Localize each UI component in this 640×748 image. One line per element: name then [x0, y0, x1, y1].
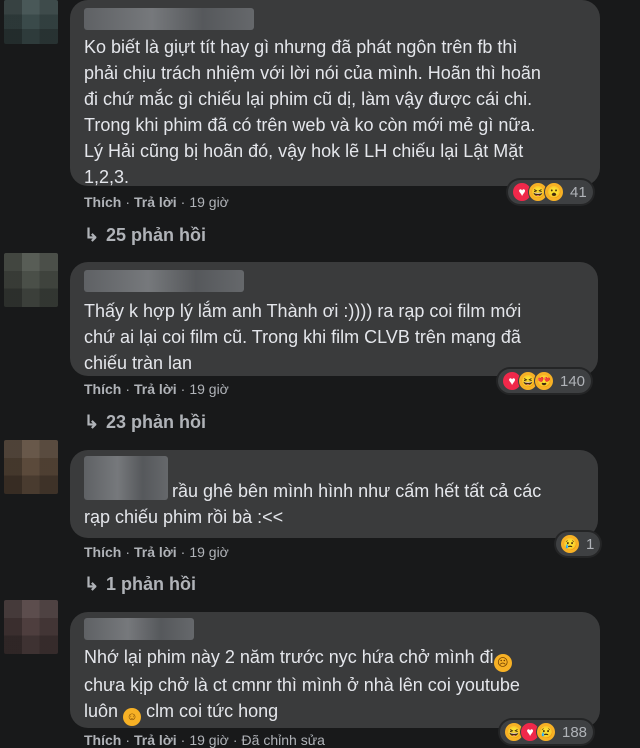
comment-text-segment: luôn [84, 701, 119, 721]
edited-label: Đã chỉnh sửa [241, 732, 325, 748]
avatar[interactable] [4, 440, 58, 494]
view-replies-link[interactable]: ↳ 1 phản hồi [84, 574, 196, 595]
author-name-redacted[interactable] [84, 618, 194, 640]
disappointed-emoji-icon: ☹ [493, 654, 512, 672]
reactions-summary[interactable]: 😆 ♥ 😢 188 [500, 720, 594, 744]
replies-count-label[interactable]: 25 phản hồi [106, 225, 206, 245]
comment-bubble: Ko biết là giựt tít hay gì nhưng đã phát… [70, 0, 600, 187]
comment-text: Ko biết là giựt tít hay gì nhưng đã phát… [84, 37, 541, 187]
comment-text-line: rạp chiếu phim rồi bà :<< [84, 507, 284, 527]
comment-bubble: rầu ghê bên mình hình như cấm hết tất cả… [70, 450, 598, 538]
reaction-count: 41 [570, 183, 587, 201]
author-name-redacted[interactable] [84, 456, 168, 500]
avatar[interactable] [4, 253, 58, 307]
reaction-count: 188 [562, 723, 588, 741]
comment-text-line: chưa kịp chở là ct cmnr thì mình ở nhà l… [84, 675, 520, 695]
wow-reaction-icon: 😍 [534, 371, 554, 391]
reaction-count: 140 [560, 372, 586, 390]
comment-actions: Thích · Trả lời · 19 giờ [84, 194, 229, 210]
comment-actions: Thích · Trả lời · 19 giờ · Đã chỉnh sửa [84, 732, 325, 748]
timestamp[interactable]: 19 giờ [189, 381, 229, 397]
reaction-count: 1 [586, 535, 595, 553]
like-button[interactable]: Thích [84, 544, 121, 560]
smile-emoji-icon: ☺ [123, 708, 142, 726]
replies-count-label[interactable]: 23 phản hồi [106, 412, 206, 432]
like-button[interactable]: Thích [84, 194, 121, 210]
reply-arrow-icon: ↳ [84, 412, 100, 432]
replies-count-label[interactable]: 1 phản hồi [106, 574, 196, 594]
author-name-redacted[interactable] [84, 270, 244, 292]
comment-text-line: Nhớ lại phim này 2 năm trước nyc hứa chở… [84, 644, 586, 672]
reply-button[interactable]: Trả lời [134, 194, 177, 210]
comment-actions: Thích · Trả lời · 19 giờ [84, 381, 229, 397]
reply-arrow-icon: ↳ [84, 574, 100, 594]
timestamp[interactable]: 19 giờ [189, 544, 229, 560]
sad-reaction-icon: 😢 [560, 534, 580, 554]
comment-text-segment: clm coi tức hong [146, 701, 279, 721]
reply-arrow-icon: ↳ [84, 225, 100, 245]
comment-text-segment: Nhớ lại phim này 2 năm trước nyc hứa chở… [84, 647, 494, 667]
view-replies-link[interactable]: ↳ 25 phản hồi [84, 225, 206, 246]
comment-text-line: rầu ghê bên mình hình như cấm hết tất cả… [172, 481, 542, 501]
comment-bubble: Nhớ lại phim này 2 năm trước nyc hứa chở… [70, 612, 600, 728]
reactions-summary[interactable]: 😢 1 [556, 532, 601, 556]
timestamp[interactable]: 19 giờ [189, 194, 229, 210]
reply-button[interactable]: Trả lời [134, 732, 177, 748]
avatar[interactable] [4, 0, 58, 44]
reactions-summary[interactable]: ♥ 😆 😍 140 [498, 369, 592, 393]
comment-actions: Thích · Trả lời · 19 giờ [84, 544, 229, 560]
view-replies-link[interactable]: ↳ 23 phản hồi [84, 412, 206, 433]
reactions-summary[interactable]: ♥ 😆 😮 41 [508, 180, 593, 204]
comment-text: Thấy k hợp lý lắm anh Thành ơi :)))) ra … [84, 301, 522, 373]
comment-bubble: Thấy k hợp lý lắm anh Thành ơi :)))) ra … [70, 262, 598, 376]
author-name-redacted[interactable] [84, 8, 254, 30]
sad-reaction-icon: 😢 [536, 722, 556, 742]
timestamp[interactable]: 19 giờ [189, 732, 229, 748]
reply-button[interactable]: Trả lời [134, 381, 177, 397]
reply-button[interactable]: Trả lời [134, 544, 177, 560]
like-button[interactable]: Thích [84, 381, 121, 397]
wow-reaction-icon: 😮 [544, 182, 564, 202]
like-button[interactable]: Thích [84, 732, 121, 748]
avatar[interactable] [4, 600, 58, 654]
